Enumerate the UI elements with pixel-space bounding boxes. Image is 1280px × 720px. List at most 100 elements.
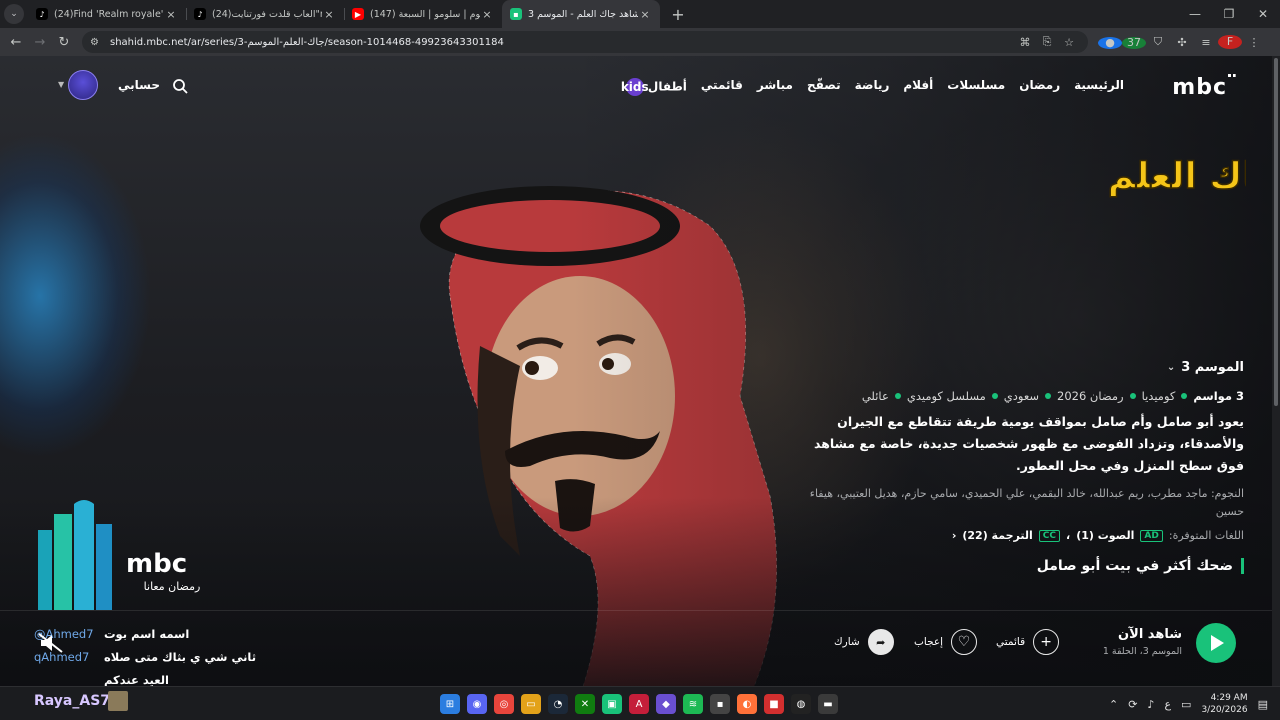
puzzle-icon[interactable]: ✣ [1170, 36, 1194, 49]
app-icon[interactable]: ■ [764, 694, 784, 714]
url-text: shahid.mbc.net/ar/series/3-جاك-العلم-الم… [110, 36, 504, 48]
discord-icon[interactable]: ◉ [467, 694, 487, 714]
bookmark-star-icon[interactable]: ☆ [1058, 36, 1080, 49]
browser-tab-active[interactable]: ▪ شاهد جاك العلم - الموسم 3 | MBC × [502, 0, 660, 28]
site-header: mbc الرئيسية رمضان مسلسلات أفلام رياضة ت… [0, 70, 1272, 102]
nav-item-browse[interactable]: تصفّح [807, 78, 841, 96]
sync-icon[interactable]: ⟳ [1128, 698, 1137, 711]
close-tab-icon[interactable]: × [164, 8, 178, 21]
chevron-up-icon[interactable]: ⌃ [1109, 698, 1118, 711]
minimize-button[interactable]: — [1178, 7, 1212, 21]
back-button[interactable]: ← [4, 35, 28, 50]
obs-icon[interactable]: ◍ [791, 694, 811, 714]
streamer-name: Raya_AS7 [34, 693, 111, 709]
app-icon[interactable]: ◆ [656, 694, 676, 714]
chevron-down-icon[interactable]: ▼ [58, 80, 64, 89]
shield-icon[interactable]: ⛉ [1146, 35, 1170, 49]
nav-item-movies[interactable]: أفلام [903, 78, 933, 96]
app-icon[interactable]: A [629, 694, 649, 714]
install-app-icon[interactable]: ⎘ [1036, 35, 1058, 49]
nav-item-sports[interactable]: رياضة [855, 78, 890, 96]
avatar[interactable] [68, 70, 98, 100]
chat-message: @Ahmed7 اسمه اسم بوت [34, 622, 274, 645]
nav-item-live[interactable]: مباشر [757, 78, 793, 96]
tiktok-icon: ♪ [36, 8, 48, 20]
mylist-label: قائمتي [996, 636, 1026, 648]
folder-icon[interactable]: ▭ [521, 694, 541, 714]
kids-icon: kids [620, 78, 649, 96]
steam-icon[interactable]: ◔ [548, 694, 568, 714]
svg-text:رمضان معانا: رمضان معانا [144, 580, 201, 593]
tab-search-button[interactable]: ⌄ [4, 4, 24, 24]
firefox-icon[interactable]: ◐ [737, 694, 757, 714]
meta-item: مسلسل كوميدي [906, 389, 986, 403]
network-icon[interactable]: ▭ [1181, 698, 1191, 711]
chevron-left-icon: ‹ [951, 529, 957, 542]
show-info: الموسم 3 ⌄ 3 مواسم كوميديا رمضان 2026 سع… [804, 360, 1244, 574]
scrollbar-thumb[interactable] [1274, 58, 1278, 406]
app-icon[interactable]: ▪ [710, 694, 730, 714]
screen: ⌄ ♪ (24)Find 'Realm royale' on TikTok × … [0, 0, 1280, 720]
meta-item: كوميديا [1141, 389, 1176, 403]
browser-tab[interactable]: ▶ (147) جالوم | سلومو | السبعة | ... × [344, 0, 502, 28]
add-to-list-button[interactable]: + قائمتي [996, 629, 1060, 655]
season-selector[interactable]: الموسم 3 ⌄ [804, 360, 1244, 375]
spotify-icon[interactable]: ≋ [683, 694, 703, 714]
svg-text:جاك العلم 3: جاك العلم 3 [1106, 156, 1246, 197]
account-label[interactable]: حسابي [118, 78, 160, 92]
taskbar-apps: ⊞ ◉ ◎ ▭ ◔ ✕ ▣ A ◆ ≋ ▪ ◐ ■ ◍ ▬ [440, 694, 838, 714]
reload-button[interactable]: ↻ [52, 35, 76, 50]
media-icon[interactable]: ≡ [1194, 36, 1218, 49]
like-button[interactable]: ♡ إعجاب [914, 629, 978, 655]
page-scrollbar[interactable] [1272, 56, 1280, 686]
tab-title: (147) جالوم | سلومو | السبعة | ... [370, 8, 480, 20]
close-tab-icon[interactable]: × [480, 8, 494, 21]
nav-item-kids[interactable]: kids أطفال [620, 78, 687, 96]
microphone-icon[interactable]: ♪ [1147, 698, 1154, 711]
language-icon[interactable]: ع [1164, 698, 1171, 711]
search-icon[interactable] [172, 78, 188, 94]
start-icon[interactable]: ⊞ [440, 694, 460, 714]
site-info-icon[interactable]: ⚙ [90, 37, 102, 48]
like-label: إعجاب [914, 636, 944, 648]
chevron-down-icon: ⌄ [1166, 362, 1176, 373]
extension-icon[interactable]: ● [1098, 36, 1122, 49]
browser-tab[interactable]: ♪ (24)Find 'Realm royale' on TikTok × [28, 0, 186, 28]
tab-title: (24)Find 'Realm royale' on TikTok [54, 8, 164, 20]
app-icon[interactable]: ▬ [818, 694, 838, 714]
notification-icon[interactable]: ▤ [1258, 698, 1268, 711]
maximize-button[interactable]: ❐ [1212, 7, 1246, 21]
chrome-icon[interactable]: ◎ [494, 694, 514, 714]
close-tab-icon[interactable]: × [322, 8, 336, 21]
close-window-button[interactable]: ✕ [1246, 7, 1280, 21]
watch-now[interactable]: شاهد الآن الموسم 3، الحلقة 1 [1103, 627, 1182, 657]
menu-kebab-icon[interactable]: ⋮ [1242, 36, 1266, 49]
browser-tab[interactable]: ♪ (24)العاب قلدت فورتنايت"royal × [186, 0, 344, 28]
clock-date: 3/20/2026 [1201, 705, 1248, 715]
extension-icon[interactable]: 37 [1122, 36, 1146, 49]
app-icon[interactable]: ▣ [602, 694, 622, 714]
xbox-icon[interactable]: ✕ [575, 694, 595, 714]
address-bar[interactable]: ⚙ shahid.mbc.net/ar/series/3-جاك-العلم-ا… [82, 31, 1088, 53]
nav-item-mylist[interactable]: قائمتي [701, 78, 743, 96]
nav-item-home[interactable]: الرئيسية [1074, 78, 1124, 96]
play-button[interactable] [1196, 623, 1236, 663]
new-tab-button[interactable]: + [668, 5, 688, 24]
show-tagline: ضحك أكثر في بيت أبو صامل [804, 558, 1244, 574]
profile-avatar[interactable]: F [1218, 35, 1242, 49]
translate-icon[interactable]: ⌘ [1014, 36, 1036, 49]
browser-toolbar: ← → ↻ ⚙ shahid.mbc.net/ar/series/3-جاك-ا… [0, 28, 1280, 56]
mbc-logo[interactable]: mbc [1172, 74, 1236, 100]
nav-item-ramadan[interactable]: رمضان [1019, 78, 1060, 96]
nav-item-series[interactable]: مسلسلات [947, 78, 1005, 96]
muted-speaker-icon [38, 633, 63, 653]
forward-button[interactable]: → [28, 35, 52, 50]
share-button[interactable]: ➦ شارك [834, 629, 894, 655]
clock[interactable]: 4:29 AM 3/20/2026 [1201, 692, 1247, 716]
chat-message: qAhmed7 ثاني شي ي بثاك متى صلاه [34, 645, 274, 668]
cast-list: النجوم: ماجد مطرب، ريم عبدالله، خالد الب… [804, 485, 1244, 521]
heart-icon: ♡ [951, 629, 978, 655]
browser-tabstrip: ⌄ ♪ (24)Find 'Realm royale' on TikTok × … [0, 0, 1280, 28]
languages-row[interactable]: اللغات المتوفرة: AD الصوت (1) ، CC الترج… [804, 529, 1244, 542]
close-tab-icon[interactable]: × [638, 8, 652, 21]
